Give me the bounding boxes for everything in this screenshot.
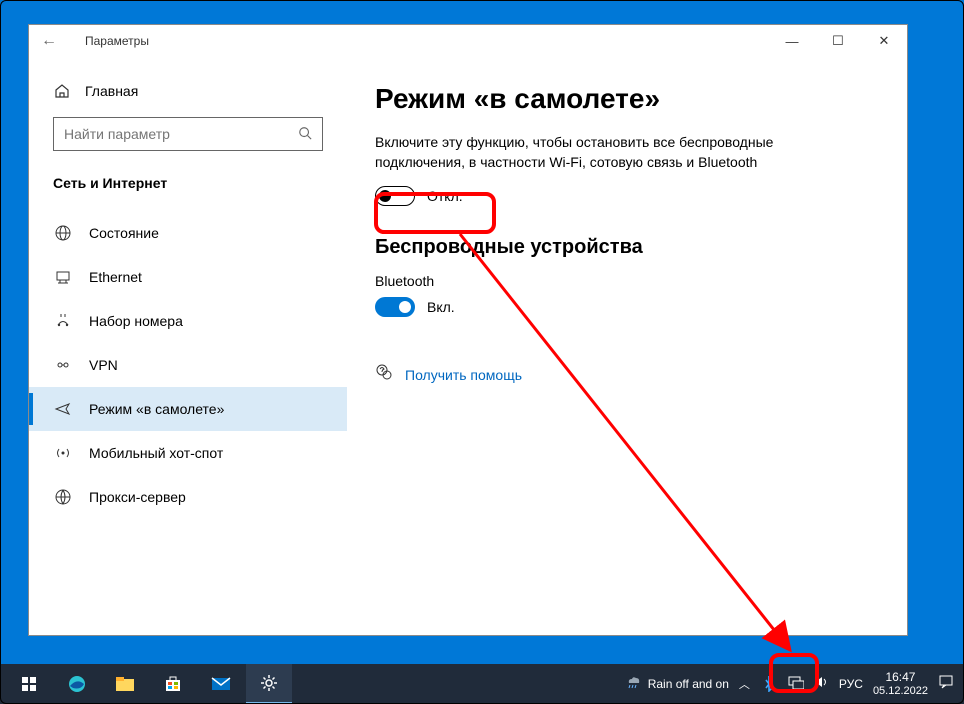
vpn-icon bbox=[53, 355, 73, 375]
sidebar-item-label: VPN bbox=[89, 357, 118, 373]
taskbar-clock[interactable]: 16:47 05.12.2022 bbox=[873, 670, 928, 698]
sidebar-item-dialup[interactable]: Набор номера bbox=[29, 299, 347, 343]
sidebar-item-label: Ethernet bbox=[89, 269, 142, 285]
start-button[interactable] bbox=[6, 664, 52, 704]
proxy-icon bbox=[53, 487, 73, 507]
page-title: Режим «в самолете» bbox=[375, 83, 879, 115]
clock-date: 05.12.2022 bbox=[873, 685, 928, 698]
sidebar-home-label: Главная bbox=[85, 83, 138, 99]
sidebar-item-label: Набор номера bbox=[89, 313, 183, 329]
bluetooth-toggle-row: Вкл. bbox=[375, 297, 879, 317]
taskbar-mail[interactable] bbox=[198, 664, 244, 704]
taskbar-weather[interactable]: Rain off and on bbox=[624, 673, 729, 694]
sidebar: Главная Сеть и Интернет Состояние bbox=[29, 57, 347, 635]
main-content: Режим «в самолете» Включите эту функцию,… bbox=[347, 57, 907, 635]
bluetooth-label: Bluetooth bbox=[375, 273, 879, 289]
window-title: Параметры bbox=[69, 34, 769, 48]
sidebar-item-vpn[interactable]: VPN bbox=[29, 343, 347, 387]
taskbar-store[interactable] bbox=[150, 664, 196, 704]
tray-notifications-icon[interactable] bbox=[938, 674, 954, 693]
settings-window: ← Параметры — ☐ ✕ Главная bbox=[28, 24, 908, 636]
page-description: Включите эту функцию, чтобы остановить в… bbox=[375, 133, 795, 172]
sidebar-item-proxy[interactable]: Прокси-сервер bbox=[29, 475, 347, 519]
help-row: Получить помощь bbox=[375, 363, 879, 386]
sidebar-item-ethernet[interactable]: Ethernet bbox=[29, 255, 347, 299]
hotspot-icon bbox=[53, 443, 73, 463]
dialup-icon bbox=[53, 311, 73, 331]
search-icon bbox=[298, 126, 312, 143]
sidebar-item-hotspot[interactable]: Мобильный хот-спот bbox=[29, 431, 347, 475]
airplane-toggle[interactable] bbox=[375, 186, 415, 206]
sidebar-item-label: Прокси-сервер bbox=[89, 489, 186, 505]
airplane-icon bbox=[53, 399, 73, 419]
search-field[interactable] bbox=[64, 126, 298, 142]
close-button[interactable]: ✕ bbox=[861, 25, 907, 57]
sidebar-item-label: Мобильный хот-спот bbox=[89, 445, 223, 461]
search-input[interactable] bbox=[53, 117, 323, 151]
sidebar-item-airplane[interactable]: Режим «в самолете» bbox=[29, 387, 347, 431]
airplane-toggle-row: Откл. bbox=[375, 186, 879, 206]
tray-language[interactable]: РУС bbox=[839, 677, 863, 691]
home-icon bbox=[53, 83, 71, 99]
airplane-toggle-state: Откл. bbox=[427, 188, 463, 204]
tray-chevron-icon[interactable]: ︿ bbox=[739, 676, 750, 692]
window-controls: — ☐ ✕ bbox=[769, 25, 907, 57]
tray-volume-icon[interactable] bbox=[814, 675, 829, 692]
sidebar-home[interactable]: Главная bbox=[29, 75, 347, 107]
titlebar: ← Параметры — ☐ ✕ bbox=[29, 25, 907, 57]
clock-time: 16:47 bbox=[873, 670, 928, 684]
weather-icon bbox=[624, 673, 642, 694]
weather-text: Rain off and on bbox=[648, 677, 729, 691]
taskbar: Rain off and on ︿ РУС 16:47 05.12.2022 bbox=[0, 664, 964, 704]
taskbar-edge[interactable] bbox=[54, 664, 100, 704]
sidebar-item-label: Состояние bbox=[89, 225, 159, 241]
help-icon bbox=[375, 363, 393, 386]
sidebar-item-label: Режим «в самолете» bbox=[89, 401, 224, 417]
globe-icon bbox=[53, 223, 73, 243]
tray-network-icon[interactable] bbox=[788, 675, 804, 692]
bluetooth-toggle-state: Вкл. bbox=[427, 299, 455, 315]
bluetooth-toggle[interactable] bbox=[375, 297, 415, 317]
minimize-button[interactable]: — bbox=[769, 25, 815, 57]
back-button[interactable]: ← bbox=[29, 32, 69, 50]
sidebar-nav: Состояние Ethernet Набор номера VPN Режи… bbox=[29, 211, 347, 519]
help-link[interactable]: Получить помощь bbox=[405, 367, 522, 383]
taskbar-settings[interactable] bbox=[246, 664, 292, 704]
maximize-button[interactable]: ☐ bbox=[815, 25, 861, 57]
taskbar-explorer[interactable] bbox=[102, 664, 148, 704]
tray-bluetooth-icon[interactable] bbox=[760, 675, 778, 693]
sidebar-item-status[interactable]: Состояние bbox=[29, 211, 347, 255]
ethernet-icon bbox=[53, 267, 73, 287]
sidebar-category: Сеть и Интернет bbox=[29, 169, 347, 211]
system-tray: ︿ РУС bbox=[739, 675, 863, 693]
wireless-heading: Беспроводные устройства bbox=[375, 236, 879, 259]
